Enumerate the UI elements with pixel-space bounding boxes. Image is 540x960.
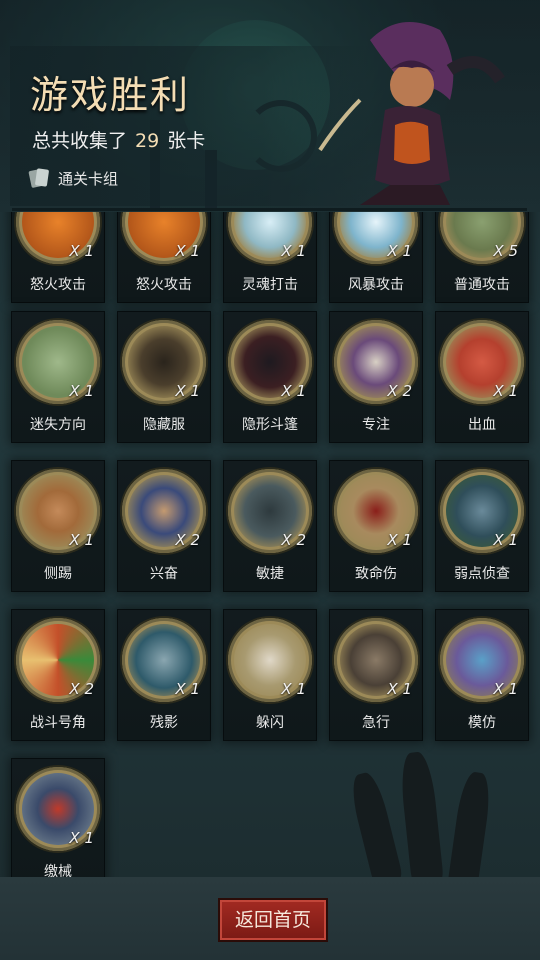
card-name: 风暴攻击: [348, 277, 404, 293]
card[interactable]: X 1 缴械: [12, 759, 104, 877]
card-count: X 1: [387, 242, 412, 260]
card-name: 战斗号角: [30, 715, 86, 731]
card-count: X 1: [387, 680, 412, 698]
card[interactable]: X 1 残影: [118, 610, 210, 740]
card-name: 缴械: [44, 864, 72, 877]
collected-count: 29: [135, 130, 160, 152]
card-count: X 1: [69, 382, 94, 400]
shadow-hand-decoration: [398, 750, 444, 877]
collected-suffix: 张卡: [167, 130, 206, 152]
card[interactable]: X 1 急行: [330, 610, 422, 740]
return-home-button[interactable]: 返回首页: [218, 898, 328, 942]
card-count: X 1: [493, 382, 518, 400]
card[interactable]: X 1 弱点侦查: [436, 461, 528, 591]
card[interactable]: X 1 侧踢: [12, 461, 104, 591]
header-divider: [12, 208, 527, 211]
card-count: X 2: [175, 531, 200, 549]
card[interactable]: X 1 怒火攻击: [118, 212, 210, 302]
shadow-hand-decoration: [446, 770, 494, 877]
card-count: X 2: [387, 382, 412, 400]
deck-button-label: 通关卡组: [58, 169, 119, 188]
card[interactable]: X 1 躲闪: [224, 610, 316, 740]
card[interactable]: X 1 出血: [436, 312, 528, 442]
deck-button[interactable]: 通关卡组: [28, 164, 118, 192]
card-name: 怒火攻击: [30, 277, 86, 293]
card-name: 弱点侦查: [454, 566, 510, 582]
card[interactable]: X 5 普通攻击: [436, 212, 528, 302]
card-count: X 2: [69, 680, 94, 698]
card[interactable]: X 2 战斗号角: [12, 610, 104, 740]
card-name: 普通攻击: [454, 277, 510, 293]
card[interactable]: X 2 专注: [330, 312, 422, 442]
card-count: X 1: [69, 531, 94, 549]
card-count: X 1: [493, 531, 518, 549]
card[interactable]: X 1 怒火攻击: [12, 212, 104, 302]
card-count: X 1: [281, 382, 306, 400]
card-count: X 1: [493, 680, 518, 698]
card-name: 灵魂打击: [242, 277, 298, 293]
card-name: 专注: [362, 417, 390, 433]
card[interactable]: X 1 迷失方向: [12, 312, 104, 442]
victory-header: 游戏胜利 总共收集了 29 张卡 通关卡组: [0, 0, 540, 212]
collected-prefix: 总共收集了: [32, 130, 128, 152]
card-name: 致命伤: [355, 566, 397, 582]
card-count: X 1: [175, 680, 200, 698]
card-grid: X 1 怒火攻击 X 1 怒火攻击 X 1 灵魂打击 X 1 风暴攻击 X 5 …: [0, 212, 540, 877]
card-name: 躲闪: [256, 715, 284, 731]
card-name: 出血: [468, 417, 496, 433]
victory-title: 游戏胜利: [30, 73, 191, 117]
card-count: X 1: [175, 242, 200, 260]
card-count: X 1: [69, 829, 94, 847]
card-name: 兴奋: [150, 566, 178, 582]
hero-character-illustration: [318, 22, 505, 205]
card[interactable]: X 1 隐形斗篷: [224, 312, 316, 442]
card-count: X 1: [281, 242, 306, 260]
card-name: 敏捷: [256, 566, 284, 582]
card-name: 模仿: [468, 715, 496, 731]
card-count: X 2: [281, 531, 306, 549]
card[interactable]: X 2 兴奋: [118, 461, 210, 591]
card-name: 迷失方向: [30, 417, 86, 433]
card-deck-icon: [28, 168, 50, 189]
card[interactable]: X 1 模仿: [436, 610, 528, 740]
card-count: X 1: [175, 382, 200, 400]
card-name: 隐形斗篷: [242, 417, 298, 433]
collected-summary: 总共收集了 29 张卡: [32, 126, 205, 153]
card-count: X 5: [493, 242, 518, 260]
card-count: X 1: [281, 680, 306, 698]
card-name: 急行: [362, 715, 390, 731]
card-count: X 1: [69, 242, 94, 260]
shadow-hand-decoration: [347, 770, 403, 877]
card-name: 残影: [150, 715, 178, 731]
card-count: X 1: [387, 531, 412, 549]
card[interactable]: X 1 隐藏服: [118, 312, 210, 442]
card-name: 隐藏服: [143, 417, 185, 433]
card[interactable]: X 1 致命伤: [330, 461, 422, 591]
card-name: 侧踢: [44, 566, 72, 582]
card[interactable]: X 1 灵魂打击: [224, 212, 316, 302]
card-name: 怒火攻击: [136, 277, 192, 293]
card[interactable]: X 2 敏捷: [224, 461, 316, 591]
card[interactable]: X 1 风暴攻击: [330, 212, 422, 302]
